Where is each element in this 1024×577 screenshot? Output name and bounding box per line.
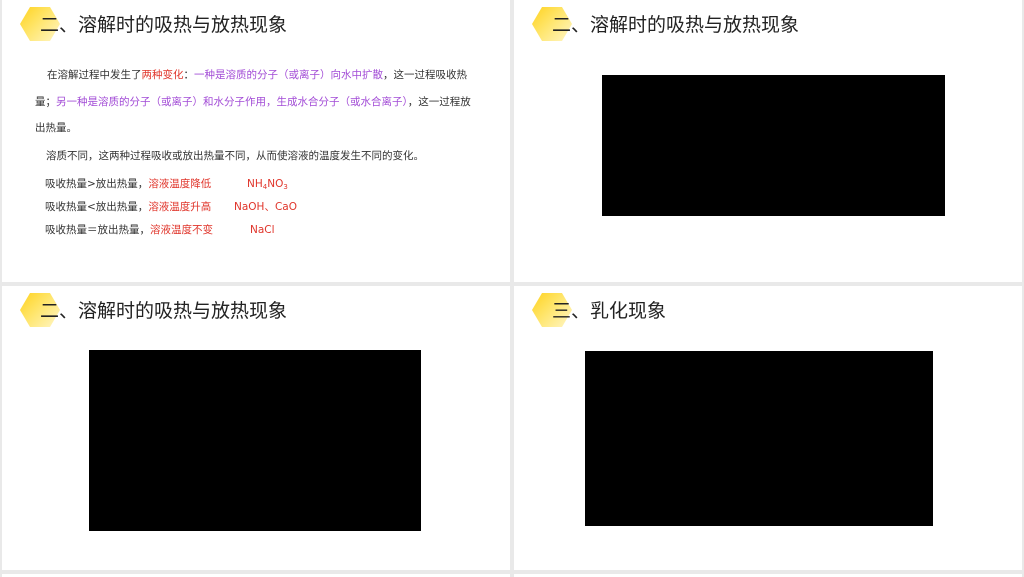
list-item: 吸收热量>放出热量，溶液温度降低 NH4NO3 — [45, 176, 475, 199]
list-item: 吸收热量＝放出热量，溶液温度不变 NaCl — [45, 222, 475, 245]
paragraph-dissolution-process: 在溶解过程中发生了两种变化：一种是溶质的分子（或离子）向水中扩散，这一过程吸收热… — [35, 62, 475, 142]
text-colon: ： — [183, 69, 195, 81]
slide-thumbnail-2[interactable]: 二、溶解时的吸热与放热现象 — [514, 0, 1022, 282]
row-result: 溶液温度升高 — [148, 200, 212, 213]
formula-subscript: 3 — [283, 182, 288, 191]
row-condition: 吸收热量＝放出热量， — [45, 223, 150, 236]
row-condition: 吸收热量>放出热量， — [45, 177, 149, 190]
slide-body: 在溶解过程中发生了两种变化：一种是溶质的分子（或离子）向水中扩散，这一过程吸收热… — [35, 62, 475, 245]
list-item: 吸收热量<放出热量，溶液温度升高 NaOH、CaO — [45, 199, 475, 222]
row-formula: NH4NO3 — [247, 176, 288, 195]
paragraph-solute-difference: 溶质不同，这两种过程吸收或放出热量不同，从而使溶液的温度发生不同的变化。 — [46, 149, 424, 162]
row-formula: NaCl — [250, 223, 275, 236]
text-diffusion: 一种是溶质的分子（或离子）向水中扩散 — [194, 69, 383, 81]
row-result: 溶液温度降低 — [148, 177, 212, 190]
video-placeholder[interactable] — [89, 350, 421, 531]
slide-thumbnail-1[interactable]: 二、溶解时的吸热与放热现象 在溶解过程中发生了两种变化：一种是溶质的分子（或离子… — [2, 0, 510, 282]
slide-title: 三、乳化现象 — [552, 300, 667, 322]
text-intro: 在溶解过程中发生了 — [47, 69, 142, 81]
slide-sorter-grid: 二、溶解时的吸热与放热现象 在溶解过程中发生了两种变化：一种是溶质的分子（或离子… — [0, 0, 1024, 577]
row-formula: NaOH、CaO — [234, 200, 297, 213]
slide-thumbnail-4[interactable]: 三、乳化现象 — [514, 286, 1022, 570]
formula-part: NH — [247, 177, 263, 190]
slide-title: 二、溶解时的吸热与放热现象 — [40, 14, 288, 36]
slide-title: 二、溶解时的吸热与放热现象 — [552, 14, 800, 36]
row-condition: 吸收热量<放出热量， — [45, 200, 149, 213]
video-placeholder[interactable] — [602, 75, 945, 216]
slide-title: 二、溶解时的吸热与放热现象 — [40, 300, 288, 322]
slide-thumbnail-3[interactable]: 二、溶解时的吸热与放热现象 — [2, 286, 510, 570]
heat-comparison-list: 吸收热量>放出热量，溶液温度降低 NH4NO3 吸收热量<放出热量，溶液温度升高… — [45, 176, 475, 245]
formula-part: NO — [267, 177, 284, 190]
video-placeholder[interactable] — [585, 351, 933, 526]
text-two-changes: 两种变化 — [141, 69, 184, 81]
text-hydration: 另一种是溶质的分子（或离子）和水分子作用，生成水合分子（或水合离子） — [56, 95, 408, 108]
row-result: 溶液温度不变 — [150, 223, 213, 236]
